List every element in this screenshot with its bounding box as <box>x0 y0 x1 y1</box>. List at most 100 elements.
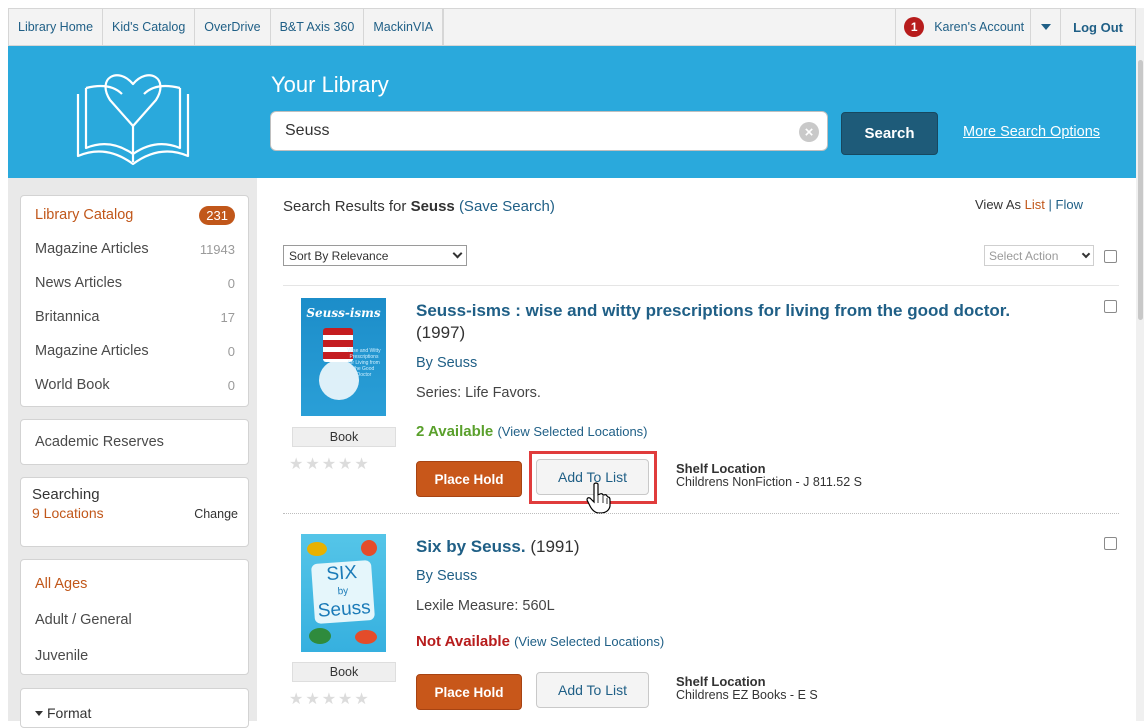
age-label[interactable]: All Ages <box>35 576 87 592</box>
notification-badge[interactable]: 1 <box>904 17 925 37</box>
select-all-checkbox[interactable] <box>1104 250 1117 263</box>
nav-kids-catalog[interactable]: Kid's Catalog <box>103 8 196 46</box>
rating-stars[interactable]: ★★★★★ <box>289 689 371 709</box>
series-text: Series: Life Favors. <box>416 385 541 401</box>
title-text[interactable]: Six by Seuss. <box>416 537 526 556</box>
shelf-location: Shelf Location Childrens EZ Books - E S <box>676 675 818 702</box>
sidebar-item-magazine-articles-2[interactable]: Magazine Articles 0 <box>21 334 248 368</box>
format-label: Book <box>292 662 396 682</box>
sidebar-item-academic-reserves[interactable]: Academic Reserves <box>21 420 248 464</box>
item-checkbox[interactable] <box>1104 537 1117 550</box>
searching-label: Searching <box>32 486 100 503</box>
rating-stars[interactable]: ★★★★★ <box>289 454 371 474</box>
clear-search-icon[interactable]: × <box>799 122 819 142</box>
cover-title-seuss: Seuss <box>317 597 372 622</box>
cover-decoration <box>309 628 331 644</box>
account-menu[interactable]: 1 Karen's Account <box>895 8 1030 46</box>
save-search-link[interactable]: (Save Search) <box>459 198 555 215</box>
cover-title: Seuss-isms <box>306 306 381 320</box>
search-input-value[interactable]: Seuss <box>285 122 329 140</box>
count: 0 <box>227 343 235 359</box>
sidebar-item-britannica[interactable]: Britannica 17 <box>21 300 248 334</box>
change-locations-link[interactable]: Change <box>194 507 238 521</box>
count-badge: 231 <box>199 205 235 225</box>
view-list-link[interactable]: List <box>1025 197 1045 212</box>
view-as-label: View As <box>975 197 1022 212</box>
searching-panel: Searching 9 Locations Change <box>20 477 249 547</box>
title-text[interactable]: Seuss-isms : wise and witty prescription… <box>416 301 1010 320</box>
sidebar-item-label[interactable]: Magazine Articles <box>35 241 149 257</box>
scrollbar-thumb[interactable] <box>1138 60 1143 320</box>
format-panel: Format <box>20 688 249 728</box>
sort-select[interactable]: Sort By Relevance <box>283 245 467 266</box>
age-adult[interactable]: Adult / General <box>21 602 248 638</box>
locations-count[interactable]: 9 Locations <box>32 505 104 521</box>
sidebar-item-label[interactable]: Library Catalog <box>35 207 133 223</box>
add-to-list-button[interactable]: Add To List <box>536 672 649 708</box>
sidebar-item-label[interactable]: World Book <box>35 377 110 393</box>
result-title[interactable]: Seuss-isms : wise and witty prescription… <box>416 300 1016 344</box>
results-prefix: Search Results for <box>283 198 407 215</box>
nav-axis360[interactable]: B&T Axis 360 <box>271 8 365 46</box>
catalog-panel: Library Catalog 231 Magazine Articles 11… <box>20 195 249 407</box>
age-label[interactable]: Adult / General <box>35 612 132 628</box>
nav-overdrive[interactable]: OverDrive <box>195 8 271 46</box>
view-separator: | <box>1048 197 1052 212</box>
count: 0 <box>227 377 235 393</box>
library-book-heart-logo[interactable] <box>58 48 208 174</box>
count: 11943 <box>199 241 235 257</box>
account-dropdown-toggle[interactable] <box>1030 8 1060 46</box>
sidebar-item-news-articles[interactable]: News Articles 0 <box>21 266 248 300</box>
author-link[interactable]: By Seuss <box>416 355 477 371</box>
place-hold-button[interactable]: Place Hold <box>416 674 522 710</box>
sort-value[interactable]: Sort By Relevance <box>289 249 388 263</box>
place-hold-button[interactable]: Place Hold <box>416 461 522 497</box>
select-action-dropdown[interactable]: Select Action <box>984 245 1094 266</box>
sidebar-item-label[interactable]: Magazine Articles <box>35 343 149 359</box>
logout-link[interactable]: Log Out <box>1060 8 1135 46</box>
search-input[interactable]: Seuss × <box>270 111 828 151</box>
cover-art: Seuss-isms Wise and Witty Prescriptions … <box>301 298 386 416</box>
shelf-value: Childrens EZ Books - E S <box>676 688 818 702</box>
count: 17 <box>220 309 235 325</box>
sidebar-item-label[interactable]: News Articles <box>35 275 122 291</box>
book-cover[interactable]: SIX by Seuss <box>301 534 386 652</box>
nav-mackinvia[interactable]: MackinVIA <box>364 8 444 46</box>
format-label: Book <box>292 427 396 447</box>
item-divider <box>283 513 1119 514</box>
hand-pointer-cursor-icon <box>586 482 611 514</box>
count: 0 <box>227 275 235 291</box>
item-checkbox[interactable] <box>1104 300 1117 313</box>
view-flow-link[interactable]: Flow <box>1056 197 1083 212</box>
nav-library-home[interactable]: Library Home <box>9 8 104 46</box>
format-label[interactable]: Format <box>47 705 91 721</box>
age-panel: All Ages Adult / General Juvenile <box>20 559 249 675</box>
account-label[interactable]: Karen's Account <box>934 20 1024 34</box>
shelf-label: Shelf Location <box>676 461 766 476</box>
results-heading: Search Results for Seuss (Save Search) <box>283 198 555 215</box>
age-label[interactable]: Juvenile <box>35 648 88 664</box>
results-term: Seuss <box>410 198 455 215</box>
more-search-options-link[interactable]: More Search Options <box>963 124 1100 140</box>
search-button[interactable]: Search <box>841 112 938 155</box>
format-toggle[interactable]: Format <box>21 689 248 721</box>
availability: Not Available (View Selected Locations) <box>416 633 664 650</box>
book-cover[interactable]: Seuss-isms Wise and Witty Prescriptions … <box>301 298 386 416</box>
sidebar-item-library-catalog[interactable]: Library Catalog 231 <box>21 198 248 232</box>
age-all[interactable]: All Ages <box>21 566 248 602</box>
view-locations-link[interactable]: (View Selected Locations) <box>514 634 664 649</box>
academic-panel: Academic Reserves <box>20 419 249 465</box>
age-juvenile[interactable]: Juvenile <box>21 638 248 674</box>
sidebar-item-label[interactable]: Academic Reserves <box>35 434 164 450</box>
cover-decoration <box>355 630 377 644</box>
select-action-value[interactable]: Select Action <box>989 249 1058 263</box>
author-link[interactable]: By Seuss <box>416 568 477 584</box>
cover-title-six: SIX <box>325 562 358 586</box>
shelf-label: Shelf Location <box>676 674 766 689</box>
view-locations-link[interactable]: (View Selected Locations) <box>497 424 647 439</box>
library-title: Your Library <box>271 72 389 97</box>
sidebar-item-world-book[interactable]: World Book 0 <box>21 368 248 402</box>
sidebar-item-label[interactable]: Britannica <box>35 309 99 325</box>
sidebar-item-magazine-articles[interactable]: Magazine Articles 11943 <box>21 232 248 266</box>
result-title[interactable]: Six by Seuss. (1991) <box>416 536 1016 558</box>
